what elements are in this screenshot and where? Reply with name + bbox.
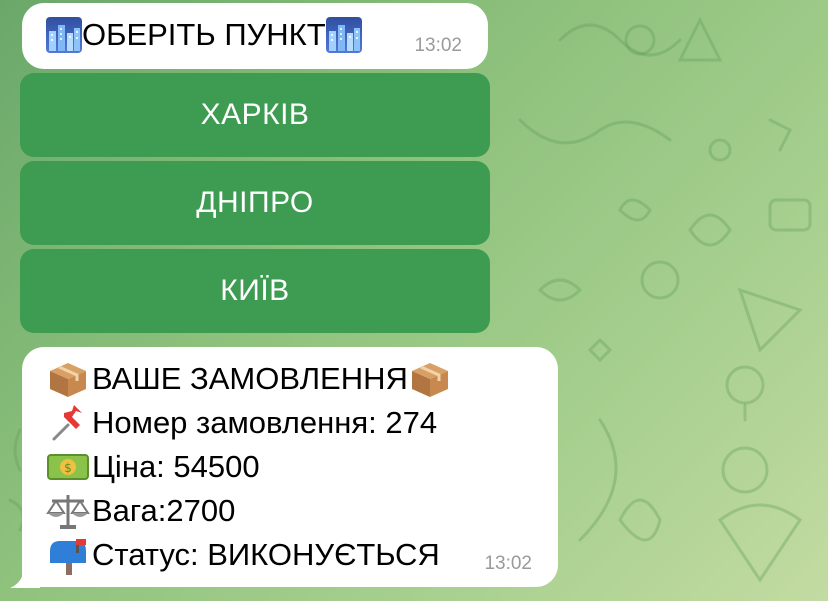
order-number: Номер замовлення: 274 bbox=[92, 405, 438, 440]
city-button-kyiv[interactable]: КИЇВ bbox=[20, 249, 490, 333]
order-title: ВАШЕ ЗАМОВЛЕННЯ bbox=[92, 361, 408, 396]
prompt-text: ОБЕРІТЬ ПУНКТ bbox=[82, 17, 326, 52]
pushpin-icon bbox=[46, 403, 90, 443]
mailbox-icon bbox=[46, 535, 90, 575]
order-status: Статус: ВИКОНУЄТЬСЯ bbox=[92, 537, 440, 572]
order-price: Ціна: 54500 bbox=[92, 449, 260, 484]
money-icon: $ bbox=[46, 447, 90, 487]
message-bubble-order: ВАШЕ ЗАМОВЛЕННЯ Номер замовлення: 274 $ bbox=[22, 347, 558, 587]
order-price-row: $ Ціна: 54500 bbox=[46, 445, 260, 489]
city-button-dnipro[interactable]: ДНІПРО bbox=[20, 161, 490, 245]
message-timestamp: 13:02 bbox=[484, 553, 532, 574]
order-number-row: Номер замовлення: 274 bbox=[46, 401, 437, 445]
cityscape-icon bbox=[325, 17, 362, 53]
order-title-row: ВАШЕ ЗАМОВЛЕННЯ bbox=[46, 357, 454, 401]
message-bubble-prompt: ОБЕРІТЬ ПУНКТ 13:02 bbox=[22, 3, 488, 69]
package-icon bbox=[408, 359, 452, 399]
city-button-kharkiv[interactable]: ХАРКІВ bbox=[20, 73, 490, 157]
order-weight-row: Вага:2700 bbox=[46, 489, 235, 533]
message-timestamp: 13:02 bbox=[414, 35, 462, 56]
package-icon bbox=[46, 359, 90, 399]
scales-icon bbox=[46, 491, 90, 531]
order-weight: Вага:2700 bbox=[92, 493, 236, 528]
cityscape-icon bbox=[46, 17, 82, 53]
message-text-row: ОБЕРІТЬ ПУНКТ bbox=[46, 17, 362, 53]
svg-text:$: $ bbox=[64, 461, 72, 475]
order-status-row: Статус: ВИКОНУЄТЬСЯ bbox=[46, 533, 440, 577]
